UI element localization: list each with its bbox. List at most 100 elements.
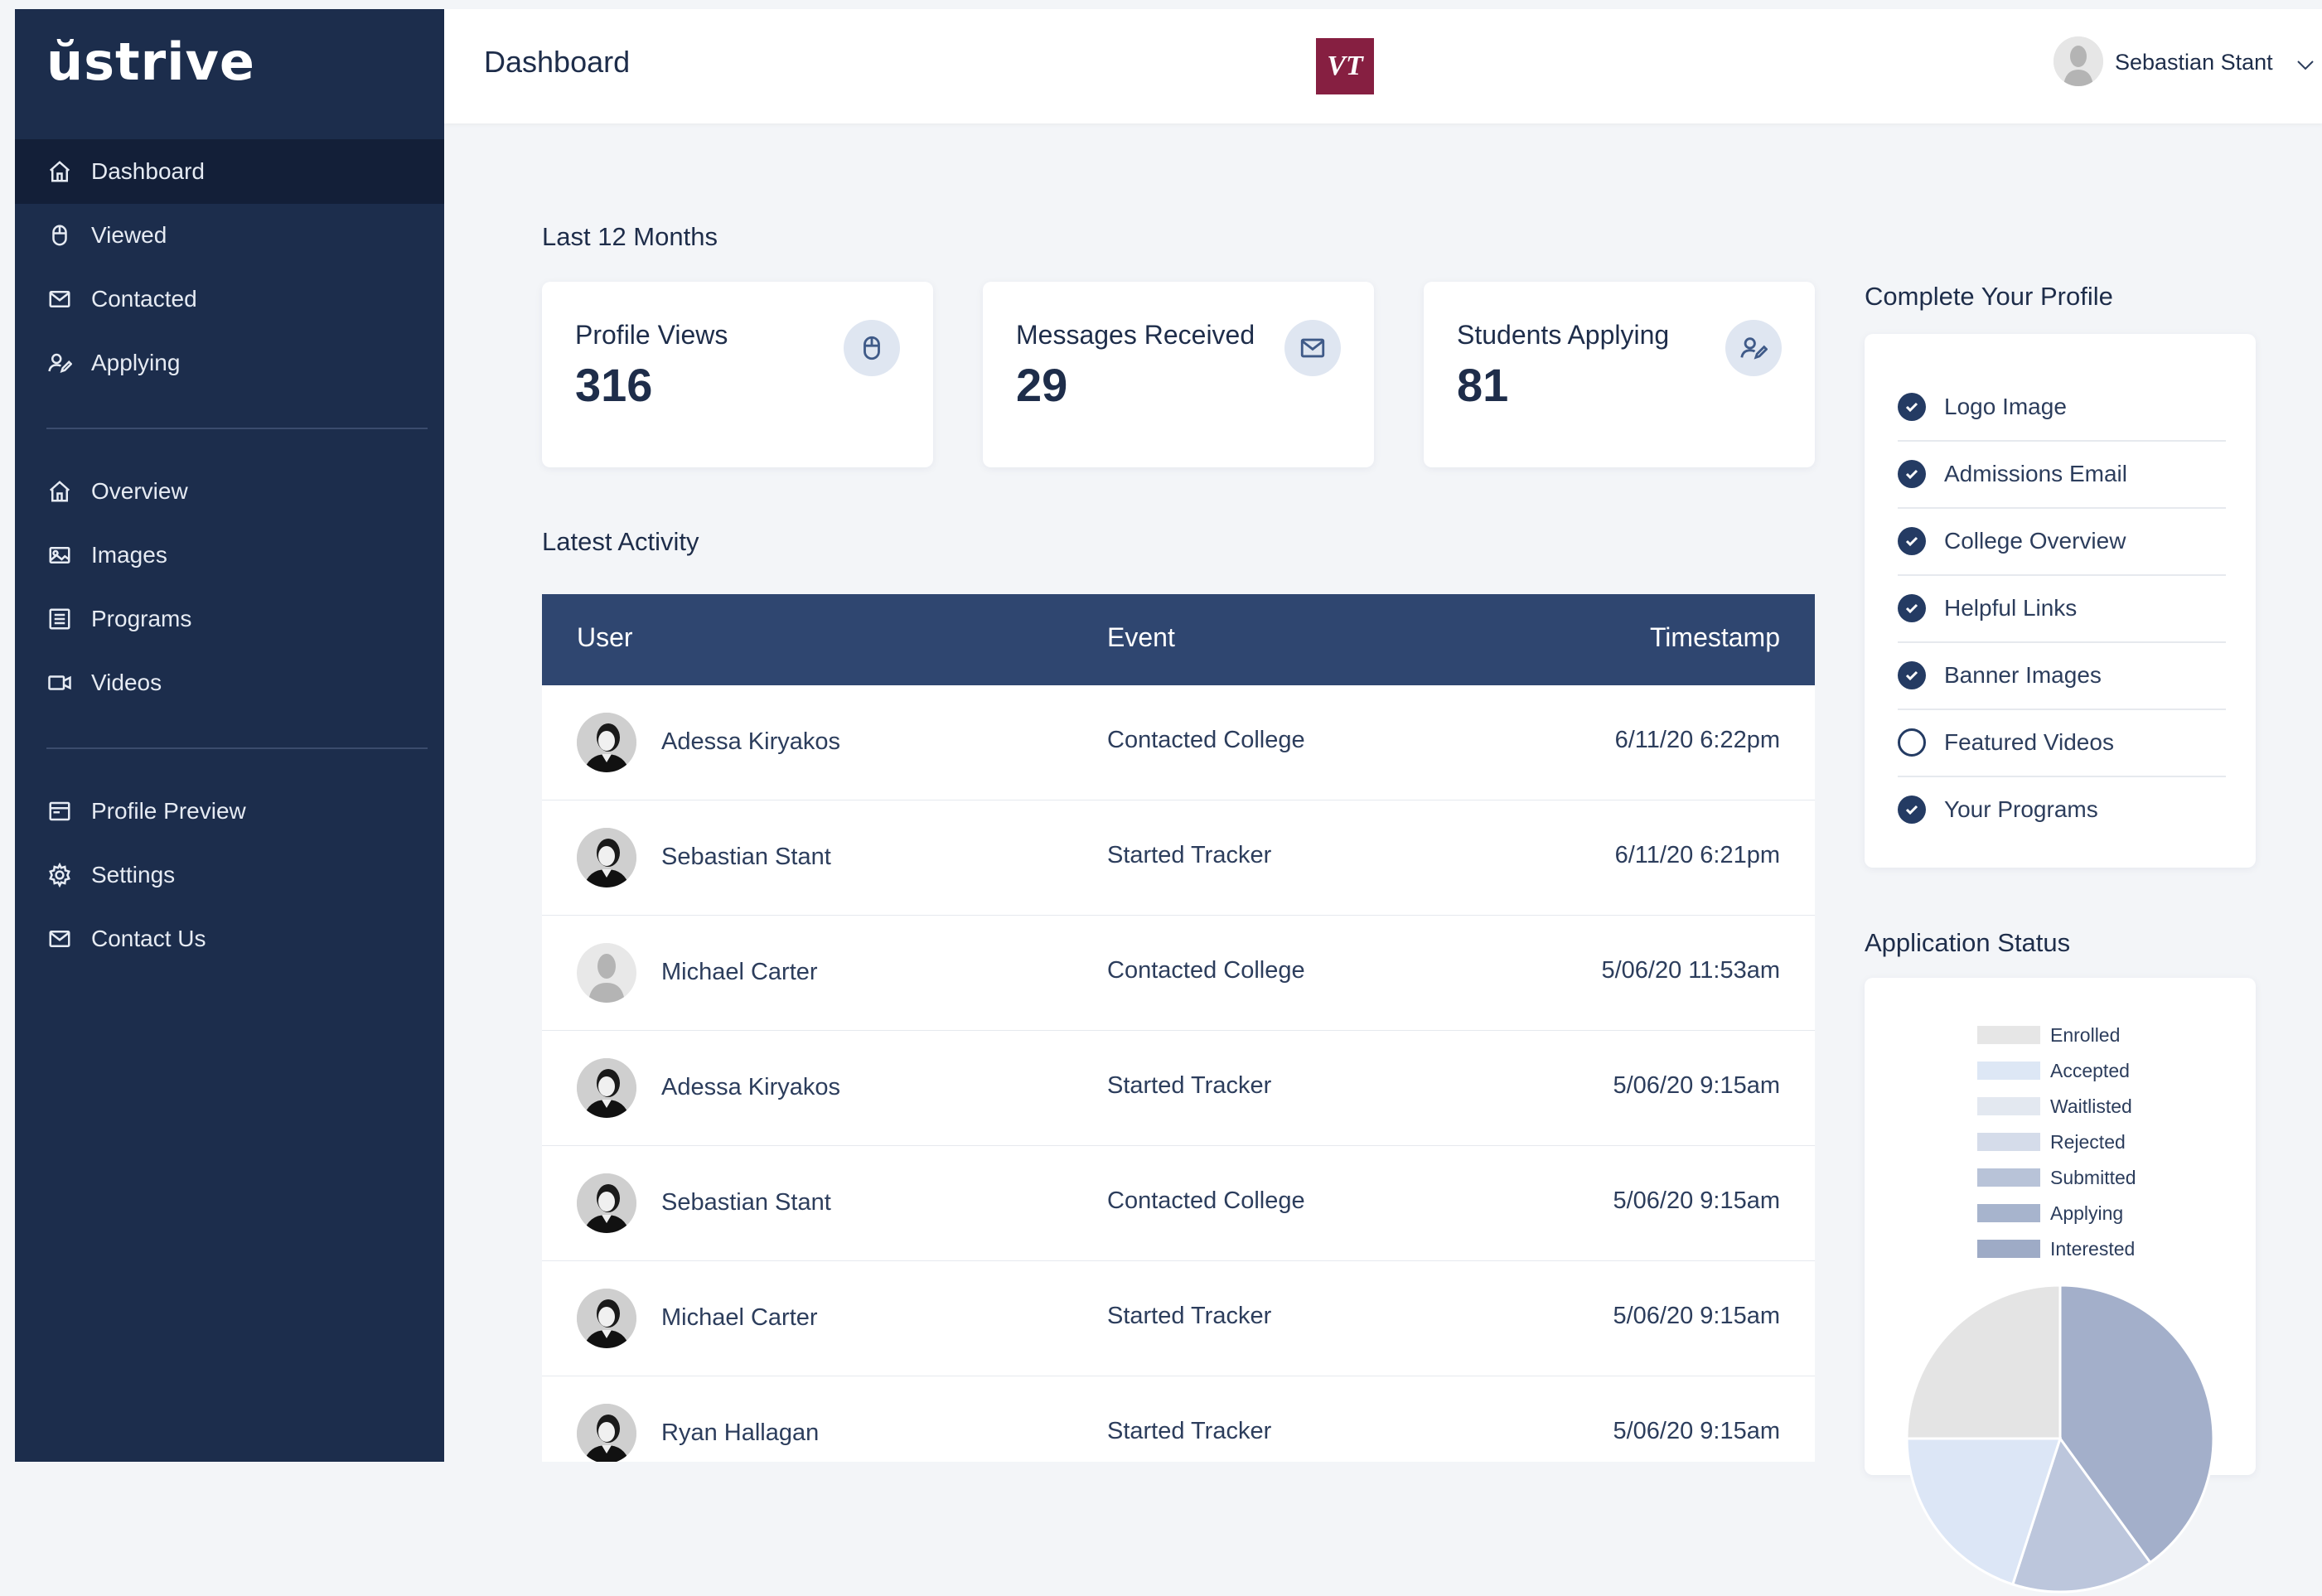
legend-item[interactable]: Enrolled — [1977, 1024, 2120, 1046]
table-row[interactable]: Adessa Kiryakos Started Tracker 5/06/20 9:… — [542, 1031, 1815, 1147]
activity-heading: Latest Activity — [542, 527, 699, 556]
row-user-name[interactable]: Michael Carter — [661, 959, 818, 986]
sidebar-item-images[interactable]: Images — [15, 523, 444, 588]
sidebar-item-contacted[interactable]: Contacted — [15, 267, 444, 331]
table-row[interactable]: Sebastian Stant Started Tracker 6/11/20 6:… — [542, 800, 1815, 916]
ustrive-logo[interactable]: ŭstrive — [46, 31, 255, 92]
sidebar-item-videos[interactable]: Videos — [15, 650, 444, 715]
column-header-timestamp[interactable]: Timestamp — [1650, 622, 1780, 653]
check-circle-icon — [1898, 594, 1926, 622]
avatar[interactable] — [577, 1404, 636, 1462]
stat-card-messages[interactable]: Messages Received 29 — [983, 282, 1374, 467]
mail-icon — [46, 286, 73, 312]
checklist-item[interactable]: Helpful Links — [1898, 575, 2226, 643]
stat-card-applying[interactable]: Students Applying 81 — [1424, 282, 1815, 467]
sidebar-item-label: Programs — [91, 606, 192, 631]
table-row[interactable]: Adessa Kiryakos Contacted College 6/11/20 … — [542, 685, 1815, 801]
avatar[interactable] — [577, 1289, 636, 1348]
legend-label: Applying — [2050, 1202, 2124, 1224]
check-circle-icon — [1898, 460, 1926, 488]
legend-swatch — [1977, 1240, 2040, 1258]
legend-label: Submitted — [2050, 1166, 2136, 1188]
legend-item[interactable]: Applying — [1977, 1202, 2123, 1224]
checklist-item[interactable]: College Overview — [1898, 508, 2226, 576]
row-user-name[interactable]: Ryan Hallagan — [661, 1419, 819, 1447]
checklist-item-label: Your Programs — [1944, 796, 2098, 822]
legend-item[interactable]: Waitlisted — [1977, 1095, 2132, 1117]
user-edit-icon — [1725, 320, 1782, 376]
sidebar-item-label: Videos — [91, 670, 162, 695]
column-header-user[interactable]: User — [577, 622, 633, 653]
chevron-down-icon[interactable] — [2295, 55, 2315, 75]
sidebar-item-applying[interactable]: Applying — [15, 331, 444, 395]
row-user-name[interactable]: Sebastian Stant — [661, 1189, 831, 1216]
sidebar-item-dashboard[interactable]: Dashboard — [15, 139, 444, 204]
table-row[interactable]: Sebastian Stant Contacted College 5/06/20 … — [542, 1146, 1815, 1262]
page-title: Dashboard — [484, 45, 631, 79]
legend-item[interactable]: Submitted — [1977, 1167, 2136, 1188]
avatar[interactable] — [577, 1058, 636, 1118]
sidebar-item-profile-preview[interactable]: Profile Preview — [15, 779, 444, 844]
sidebar-item-label: Contact Us — [91, 926, 206, 951]
profile-checklist-card: Logo Image Admissions Email College Overvi… — [1865, 334, 2256, 868]
sidebar-item-settings[interactable]: Settings — [15, 843, 444, 907]
checklist-item-label: Featured Videos — [1944, 729, 2114, 755]
legend-label: Waitlisted — [2050, 1095, 2132, 1117]
table-row[interactable]: Michael Carter Contacted College 5/06/20 1… — [542, 916, 1815, 1032]
row-timestamp: 6/11/20 6:21pm — [1614, 842, 1780, 868]
legend-swatch — [1977, 1204, 2040, 1222]
sidebar-item-label: Applying — [91, 350, 181, 375]
gear-icon — [46, 862, 73, 888]
list-icon — [46, 606, 73, 632]
table-row[interactable]: Michael Carter Started Tracker 5/06/20 9:1… — [542, 1261, 1815, 1377]
checklist-item[interactable]: Your Programs — [1898, 776, 2226, 843]
user-name[interactable]: Sebastian Stant — [2115, 50, 2273, 75]
checklist-item[interactable]: Featured Videos — [1898, 709, 2226, 777]
legend-item[interactable]: Rejected — [1977, 1131, 2126, 1153]
stat-card-profile-views[interactable]: Profile Views 316 — [542, 282, 933, 467]
row-event: Started Tracker — [1107, 1072, 1272, 1099]
checklist-item[interactable]: Banner Images — [1898, 642, 2226, 710]
checklist-item-label: Logo Image — [1944, 394, 2067, 419]
avatar[interactable] — [577, 1173, 636, 1233]
stats-heading: Last 12 Months — [542, 222, 718, 251]
check-circle-icon — [1898, 527, 1926, 555]
sidebar-item-label: Profile Preview — [91, 798, 246, 824]
checklist-item[interactable]: Admissions Email — [1898, 441, 2226, 509]
user-photo — [577, 1173, 636, 1233]
sidebar-item-overview[interactable]: Overview — [15, 459, 444, 524]
mail-icon — [46, 926, 73, 952]
avatar[interactable] — [577, 828, 636, 887]
sidebar-item-viewed[interactable]: Viewed — [15, 203, 444, 268]
sidebar-item-contact-us[interactable]: Contact Us — [15, 907, 444, 971]
checklist-item-label: Helpful Links — [1944, 595, 2078, 621]
legend-swatch — [1977, 1026, 2040, 1044]
checklist-item[interactable]: Logo Image — [1898, 374, 2226, 442]
check-circle-icon — [1898, 661, 1926, 689]
legend-item[interactable]: Interested — [1977, 1238, 2135, 1260]
stat-value: 316 — [575, 359, 653, 411]
profile-checklist-heading: Complete Your Profile — [1865, 282, 2113, 311]
user-photo — [577, 1058, 636, 1118]
row-user-name[interactable]: Adessa Kiryakos — [661, 728, 840, 756]
column-header-event[interactable]: Event — [1107, 622, 1175, 653]
avatar[interactable] — [577, 943, 636, 1003]
row-user-name[interactable]: Michael Carter — [661, 1304, 818, 1332]
row-event: Started Tracker — [1107, 1418, 1272, 1444]
row-timestamp: 5/06/20 9:15am — [1613, 1072, 1780, 1099]
row-user-name[interactable]: Sebastian Stant — [661, 844, 831, 871]
avatar[interactable] — [577, 713, 636, 772]
table-header: User Event Timestamp — [542, 594, 1815, 685]
sidebar-item-label: Overview — [91, 478, 188, 504]
row-user-name[interactable]: Adessa Kiryakos — [661, 1074, 840, 1101]
checklist-item-label: Banner Images — [1944, 662, 2102, 688]
checklist-item-label: College Overview — [1944, 528, 2126, 554]
user-avatar[interactable] — [2054, 36, 2103, 86]
table-row[interactable]: Ryan Hallagan Started Tracker 5/06/20 9:15… — [542, 1376, 1815, 1462]
images-icon — [46, 542, 73, 568]
legend-item[interactable]: Accepted — [1977, 1060, 2130, 1081]
row-timestamp: 6/11/20 6:22pm — [1614, 727, 1780, 753]
pie-slice-enrolled[interactable] — [1905, 1284, 2062, 1440]
activity-table: User Event Timestamp Adessa Kiryakos Cont… — [542, 594, 1815, 1462]
sidebar-item-programs[interactable]: Programs — [15, 587, 444, 651]
